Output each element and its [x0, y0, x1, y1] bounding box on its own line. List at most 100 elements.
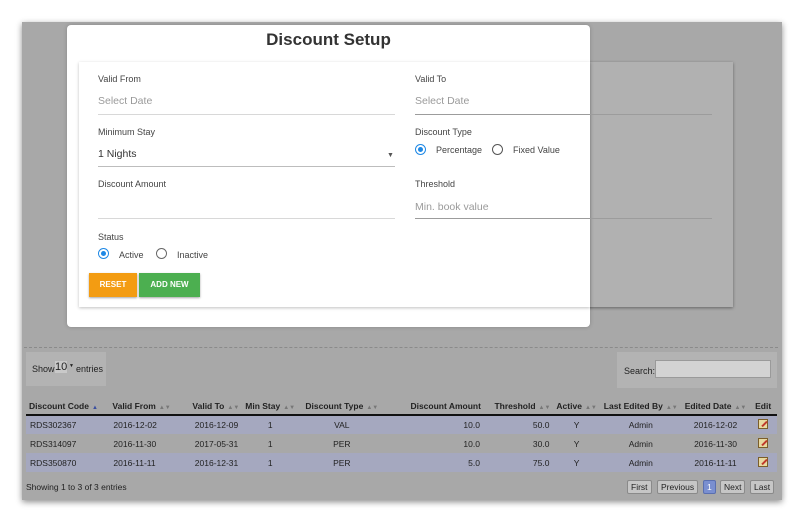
pager-first-button[interactable]: First: [627, 480, 652, 494]
status-label: Status: [98, 232, 124, 242]
cell-valid-to: 2017-05-31: [182, 434, 243, 453]
discount-type-percentage-radio[interactable]: [415, 144, 426, 155]
status-inactive-radio[interactable]: [156, 248, 167, 259]
modal-title: Discount Setup: [266, 30, 391, 49]
pager-next-button[interactable]: Next: [720, 480, 746, 494]
threshold-label: Threshold: [415, 179, 456, 189]
status-inactive-label: Inactive: [177, 250, 209, 260]
table-row: RDS350870 2016-11-11 2016-12-31 1 PER 5.…: [26, 453, 777, 472]
cell-active: Y: [553, 415, 600, 434]
col-valid-to[interactable]: Valid To ▲▼: [182, 397, 243, 416]
col-discount-type[interactable]: Discount Type ▲▼: [298, 397, 386, 416]
valid-to-input[interactable]: Select Date: [415, 95, 712, 111]
cell-min-stay: 1: [242, 453, 299, 472]
entries-length-control: Show 10 ▼ entries: [26, 352, 106, 386]
cell-discount-code: RDS302367: [26, 415, 110, 434]
chevron-down-icon[interactable]: ▼: [69, 363, 74, 369]
col-min-stay[interactable]: Min Stay ▲▼: [242, 397, 299, 416]
col-discount-code[interactable]: Discount Code ▲: [26, 397, 110, 416]
cell-last-edited-by: Admin: [599, 415, 682, 434]
minimum-stay-select[interactable]: 1 Nights: [98, 148, 395, 164]
cell-discount-amount: 10.0: [385, 415, 484, 434]
discount-amount-underline: [98, 218, 395, 219]
cell-threshold: 75.0: [483, 453, 554, 472]
show-label: Show: [32, 364, 55, 374]
cell-edited-date: 2016-11-11: [681, 453, 750, 472]
sort-icon: ▲▼: [584, 404, 597, 411]
col-active[interactable]: Active ▲▼: [553, 397, 600, 416]
cell-valid-from: 2016-11-30: [109, 434, 183, 453]
cell-valid-to: 2016-12-09: [182, 415, 243, 434]
divider: [24, 347, 778, 348]
cell-edit: [749, 453, 777, 472]
cell-discount-type: VAL: [298, 415, 386, 434]
col-edited-date[interactable]: Edited Date ▲▼: [681, 397, 750, 416]
cell-last-edited-by: Admin: [599, 453, 682, 472]
cell-last-edited-by: Admin: [599, 434, 682, 453]
search-control: Search:: [617, 352, 777, 388]
valid-to-label: Valid To: [415, 74, 447, 84]
search-label: Search:: [624, 366, 656, 376]
status-active-label: Active: [119, 250, 144, 260]
cell-edited-date: 2016-11-30: [681, 434, 750, 453]
cell-discount-type: PER: [298, 453, 386, 472]
sort-icon: ▲▼: [227, 404, 240, 411]
cell-discount-type: PER: [298, 434, 386, 453]
edit-icon[interactable]: [758, 437, 769, 448]
discount-amount-label: Discount Amount: [98, 179, 167, 189]
pager-previous-button[interactable]: Previous: [657, 480, 699, 494]
cell-discount-code: RDS350870: [26, 453, 110, 472]
sort-icon: ▲▼: [538, 404, 551, 411]
valid-from-label: Valid From: [98, 74, 141, 84]
cell-discount-amount: 10.0: [385, 434, 484, 453]
cell-valid-from: 2016-12-02: [109, 415, 183, 434]
threshold-input[interactable]: Min. book value: [415, 201, 712, 217]
col-valid-from[interactable]: Valid From ▲▼: [109, 397, 183, 416]
cell-edit: [749, 434, 777, 453]
minimum-stay-label: Minimum Stay: [98, 127, 156, 137]
pager-page-1-button[interactable]: 1: [703, 480, 716, 494]
discount-type-fixed-radio[interactable]: [492, 144, 503, 155]
threshold-underline: [415, 218, 712, 219]
sort-icon: ▲▼: [158, 404, 171, 411]
cell-min-stay: 1: [242, 415, 299, 434]
table-header-row: Discount Code ▲ Valid From ▲▼ Valid To ▲▼ M…: [26, 397, 777, 416]
valid-to-underline: [415, 114, 712, 115]
col-last-edited-by[interactable]: Last Edited By ▲▼: [599, 397, 682, 416]
entries-select[interactable]: 10: [55, 361, 68, 373]
sort-icon: ▲▼: [665, 404, 678, 411]
status-active-radio[interactable]: [98, 248, 109, 259]
pager-last-button[interactable]: Last: [750, 480, 775, 494]
cell-threshold: 30.0: [483, 434, 554, 453]
cell-active: Y: [553, 453, 600, 472]
cell-valid-from: 2016-11-11: [109, 453, 183, 472]
edit-icon[interactable]: [758, 456, 769, 467]
valid-from-underline: [98, 114, 395, 115]
cell-discount-code: RDS314097: [26, 434, 110, 453]
search-input[interactable]: [655, 360, 771, 378]
cell-active: Y: [553, 434, 600, 453]
col-discount-amount[interactable]: Discount Amount: [385, 397, 484, 416]
cell-valid-to: 2016-12-31: [182, 453, 243, 472]
discount-type-label: Discount Type: [415, 127, 472, 137]
cell-threshold: 50.0: [483, 415, 554, 434]
reset-button[interactable]: RESET: [89, 273, 137, 297]
discount-amount-input[interactable]: [98, 200, 395, 216]
discount-type-percentage-label: Percentage: [436, 145, 483, 155]
discount-table: Discount Code ▲ Valid From ▲▼ Valid To ▲▼ M…: [26, 397, 777, 472]
table-row: RDS314097 2016-11-30 2017-05-31 1 PER 10…: [26, 434, 777, 453]
sort-icon: ▲▼: [366, 404, 379, 411]
cell-edited-date: 2016-12-02: [681, 415, 750, 434]
col-threshold[interactable]: Threshold ▲▼: [483, 397, 554, 416]
edit-icon[interactable]: [758, 419, 769, 429]
sort-icon: ▲▼: [283, 404, 296, 411]
chevron-down-icon[interactable]: ▼: [387, 152, 394, 159]
col-edit: Edit: [749, 397, 777, 416]
valid-from-input[interactable]: Select Date: [98, 95, 395, 111]
table-row: RDS302367 2016-12-02 2016-12-09 1 VAL 10…: [26, 415, 777, 434]
table-info: Showing 1 to 3 of 3 entries: [26, 482, 127, 492]
entries-label: entries: [76, 364, 104, 374]
sort-icon: ▲▼: [734, 404, 747, 411]
add-new-button[interactable]: ADD NEW: [139, 273, 200, 297]
cell-min-stay: 1: [242, 434, 299, 453]
